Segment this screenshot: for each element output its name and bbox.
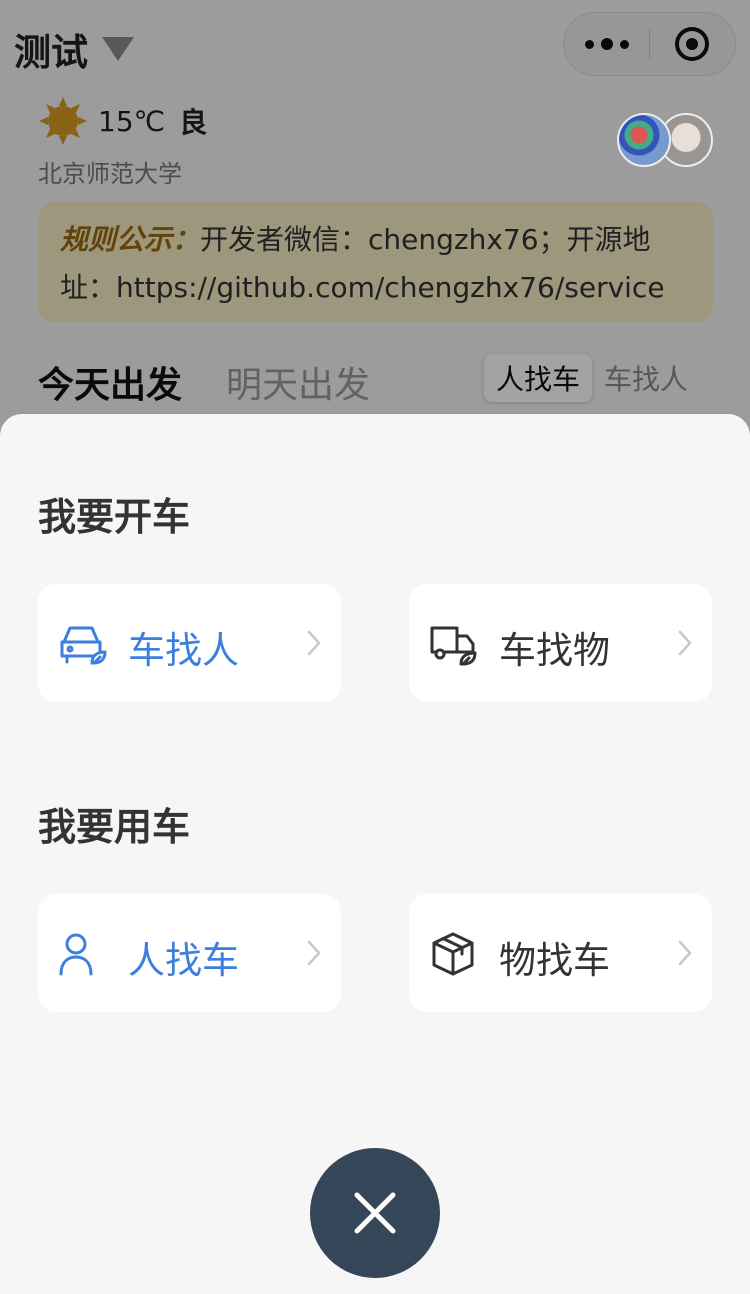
car-leaf-icon: [60, 626, 107, 665]
person-icon: [59, 933, 93, 976]
option-label: 车找人: [128, 629, 239, 672]
chevron-right-icon: [307, 630, 321, 656]
chevron-right-icon: [307, 940, 321, 966]
option-label: 物找车: [499, 939, 610, 982]
option-goods-find-car[interactable]: 物找车: [409, 894, 712, 1012]
close-sheet-button[interactable]: [310, 1148, 440, 1278]
option-label: 车找物: [499, 629, 610, 672]
box-icon: [432, 932, 474, 976]
chevron-right-icon: [678, 940, 692, 966]
truck-leaf-icon: [430, 626, 477, 666]
close-x-icon: [354, 1192, 396, 1234]
option-person-find-car[interactable]: 人找车: [38, 894, 341, 1012]
option-label: 人找车: [128, 939, 239, 982]
drive-section-title: 我要开车: [38, 495, 191, 539]
option-car-find-goods[interactable]: 车找物: [409, 584, 712, 702]
chevron-right-icon: [678, 630, 692, 656]
option-car-find-person[interactable]: 车找人: [38, 584, 341, 702]
ride-section-title: 我要用车: [38, 805, 191, 849]
avatar: [617, 113, 671, 167]
